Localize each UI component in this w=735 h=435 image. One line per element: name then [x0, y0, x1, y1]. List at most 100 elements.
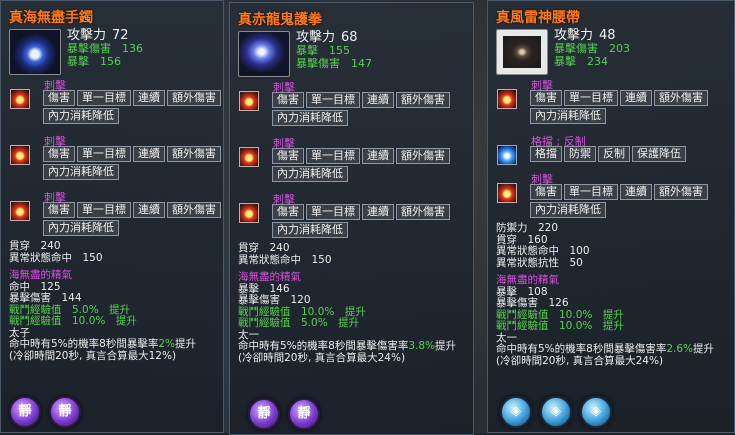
effect-text: 提升 — [175, 338, 197, 350]
base-stat-line: 異常狀態命中 100 — [496, 245, 590, 257]
thrust-skill-icon — [497, 89, 517, 109]
stat-label: 暴擊傷害 — [67, 42, 111, 55]
seal-badge-icon[interactable]: 靜 — [9, 396, 41, 428]
skill-tag: 傷害 — [272, 92, 304, 108]
skill-tag: 傷害 — [272, 204, 304, 220]
stat-label: 暴擊 — [67, 55, 89, 68]
stat-label: 暴擊 — [296, 44, 318, 57]
effect-text: 命中時有5%的機率8秒間暴擊傷害率 — [496, 343, 667, 355]
effect-cooldown: (冷卻時間20秒, 真言合算最大12%) — [9, 349, 177, 362]
skill-tag: 內力消耗降低 — [43, 164, 119, 180]
skill-block: 刺擊 傷害 單一目標 連續 額外傷害內力消耗降低 — [230, 79, 473, 135]
dark-belt-icon — [496, 29, 548, 75]
effect-highlight: 3.8% — [408, 340, 436, 352]
stat-value: 155 — [329, 44, 350, 57]
exp-line: 戰鬥經驗值 10.0% 提升 — [9, 315, 137, 327]
base-stat-line: 異常狀態命中 150 — [9, 251, 103, 264]
skill-block: 刺擊 傷害 單一目標 連續 額外傷害內力消耗降低 — [488, 171, 734, 227]
thrust-skill-icon — [497, 183, 517, 203]
skill-tag: 單一目標 — [306, 204, 360, 220]
attack-value: 72 — [112, 28, 129, 43]
blue-bracelet-icon — [9, 29, 61, 75]
seal-badge-icon[interactable]: 靜 — [288, 398, 320, 430]
skill-tag: 連續 — [133, 146, 165, 162]
exp-line: 戰鬥經驗值 10.0% 提升 — [496, 320, 624, 332]
skill-block: 格擋 ; 反制 格擋 防禦 反制 保護降伍 — [488, 133, 734, 171]
skill-tag: 傷害 — [530, 90, 562, 106]
attack-label: 攻擊力 — [296, 30, 336, 45]
skill-tag: 傷害 — [272, 148, 304, 164]
skill-tag: 傷害 — [43, 90, 75, 106]
seal-badge-icon[interactable]: ◈ — [540, 396, 572, 428]
essence-line: 暴擊傷害 126 — [496, 297, 569, 309]
skill-block: 刺擊 傷害 單一目標 連續 額外傷害內力消耗降低 — [1, 189, 223, 245]
effect-text: 提升 — [693, 343, 715, 355]
blue-gauntlet-icon — [238, 31, 290, 77]
skill-tag: 額外傷害 — [654, 184, 708, 200]
effect-cooldown: (冷卻時間20秒, 真言合算最大24%) — [496, 354, 664, 367]
skill-tag: 內力消耗降低 — [530, 202, 606, 218]
attack-label: 攻擊力 — [67, 28, 107, 43]
item-title: 真風雷神腰帶 — [496, 10, 580, 26]
skill-tag: 額外傷害 — [167, 90, 221, 106]
skill-tag: 連續 — [362, 148, 394, 164]
skill-tag: 格擋 — [530, 146, 562, 162]
skill-tag: 單一目標 — [77, 90, 131, 106]
stat-value: 136 — [122, 42, 143, 55]
skill-tag: 單一目標 — [77, 146, 131, 162]
seal-badge-icon[interactable]: ◈ — [500, 396, 532, 428]
skill-tag: 額外傷害 — [396, 92, 450, 108]
seal-badge-icon[interactable]: 靜 — [49, 396, 81, 428]
stat-value: 234 — [587, 55, 608, 68]
skill-tag: 內力消耗降低 — [43, 220, 119, 236]
thrust-skill-icon — [239, 147, 259, 167]
thrust-skill-icon — [10, 145, 30, 165]
skill-tag: 傷害 — [43, 146, 75, 162]
skill-block: 刺擊 傷害 單一目標 連續 額外傷害內力消耗降低 — [230, 135, 473, 191]
stat-value: 147 — [351, 57, 372, 70]
effect-text: 命中時有5%的機率8秒間暴擊率 — [9, 338, 159, 350]
stat-label: 暴擊傷害 — [554, 42, 598, 55]
skill-tag: 連續 — [133, 90, 165, 106]
skill-tag: 內力消耗降低 — [272, 166, 348, 182]
stat-label: 暴擊 — [554, 55, 576, 68]
skill-tag: 額外傷害 — [167, 202, 221, 218]
thrust-skill-icon — [10, 89, 30, 109]
skill-tag: 內力消耗降低 — [272, 110, 348, 126]
skill-tag: 連續 — [362, 92, 394, 108]
skill-tag: 防禦 — [564, 146, 596, 162]
item-tooltip-belt: 真風雷神腰帶 攻擊力 48 暴擊傷害 203 暴擊 234 刺擊 傷害 單一目標 連續… — [487, 0, 735, 433]
skill-tag: 傷害 — [43, 202, 75, 218]
skill-tag: 額外傷害 — [654, 90, 708, 106]
skill-tag: 保護降伍 — [632, 146, 686, 162]
skill-tag: 額外傷害 — [396, 204, 450, 220]
skill-tag: 單一目標 — [306, 148, 360, 164]
effect-highlight: 2.6% — [666, 343, 694, 355]
skill-tag: 單一目標 — [564, 90, 618, 106]
base-stat-line: 異常狀態命中 150 — [238, 253, 332, 266]
effect-text: 提升 — [435, 340, 457, 352]
essence-title: 海無盡的精氣 — [238, 271, 301, 283]
skill-tag: 連續 — [133, 202, 165, 218]
base-stat-line: 異常狀態抗性 50 — [496, 256, 583, 269]
seal-badge-icon[interactable]: ◈ — [580, 396, 612, 428]
exp-line: 戰鬥經驗值 5.0% 提升 — [238, 317, 360, 329]
skill-tag: 傷害 — [530, 184, 562, 200]
attack-value: 68 — [341, 30, 358, 45]
stat-value: 156 — [100, 55, 121, 68]
stat-value: 203 — [609, 42, 630, 55]
skill-tag: 單一目標 — [564, 184, 618, 200]
seal-badge-icon[interactable]: 靜 — [248, 398, 280, 430]
thrust-skill-icon — [239, 203, 259, 223]
effect-highlight: 2% — [158, 338, 176, 350]
essence-title: 海無盡的精氣 — [9, 269, 72, 281]
item-tooltip-gauntlet: 真赤龍鬼護拳 攻擊力 68 暴擊 155 暴擊傷害 147 刺擊 傷害 單一目標 連續… — [229, 2, 474, 435]
skill-tag: 內力消耗降低 — [272, 222, 348, 238]
essence-line: 暴擊傷害 144 — [9, 292, 82, 304]
attack-value: 48 — [599, 28, 616, 43]
item-tooltip-bracelet: 真海無盡手鐲 攻擊力 72 暴擊傷害 136 暴擊 156 刺擊 傷害 單一目標 連續… — [0, 0, 224, 433]
skill-block: 刺擊 傷害 單一目標 連續 額外傷害內力消耗降低 — [1, 77, 223, 133]
skill-tag: 內力消耗降低 — [43, 108, 119, 124]
skill-tag: 單一目標 — [306, 92, 360, 108]
attack-label: 攻擊力 — [554, 28, 594, 43]
